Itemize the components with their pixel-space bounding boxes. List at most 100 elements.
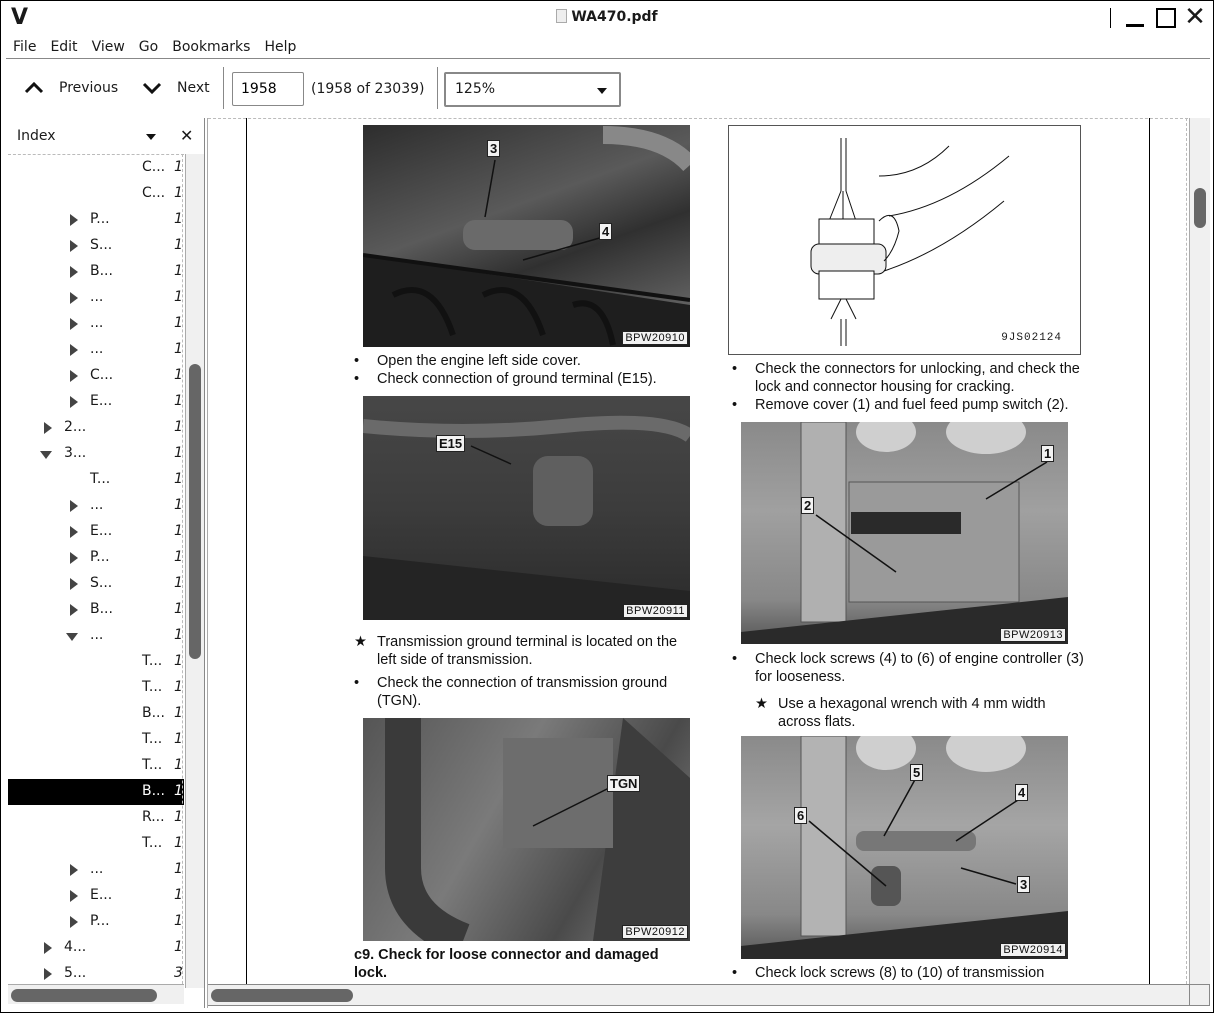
- bullet-item: • Check the connection of transmission g…: [354, 674, 694, 710]
- index-tree-item-label: B...: [90, 601, 113, 617]
- index-tree-item[interactable]: E... 1: [8, 883, 184, 909]
- index-tree-item[interactable]: E... 1: [8, 519, 184, 545]
- index-tree-item-label: ...: [90, 341, 104, 357]
- index-tree-item[interactable]: B... 1: [8, 259, 184, 285]
- sidebar-vertical-scroll-thumb[interactable]: [189, 364, 201, 659]
- document-horizontal-scrollbar[interactable]: [208, 984, 1189, 1006]
- index-tree-item[interactable]: C... 1: [8, 363, 184, 389]
- sidebar-close-button[interactable]: ✕: [180, 126, 193, 145]
- expand-triangle-right-icon[interactable]: [44, 942, 52, 954]
- expand-triangle-right-icon[interactable]: [70, 578, 78, 590]
- index-tree-item[interactable]: 5... 3: [8, 961, 184, 984]
- sidebar-horizontal-scroll-thumb[interactable]: [11, 989, 157, 1002]
- index-tree-item[interactable]: ... 1: [8, 311, 184, 337]
- expand-triangle-right-icon[interactable]: [70, 916, 78, 928]
- index-tree-item[interactable]: 4... 1: [8, 935, 184, 961]
- expand-triangle-right-icon[interactable]: [70, 266, 78, 278]
- bullet-item: • Check lock screws (4) to (6) of engine…: [732, 650, 1092, 686]
- expand-triangle-right-icon[interactable]: [70, 292, 78, 304]
- close-window-button[interactable]: ✕: [1183, 4, 1207, 30]
- bullet-text: Open the engine left side cover.: [377, 353, 581, 369]
- expand-triangle-right-icon[interactable]: [70, 396, 78, 408]
- bullet-text: Check lock screws (8) to (10) of transmi…: [755, 965, 1045, 981]
- index-tree-item[interactable]: P... 1: [8, 909, 184, 935]
- index-tree-item[interactable]: 3... 1: [8, 441, 184, 467]
- index-tree: C... 1 C... 1 P... 1 S... 1 B... 1... 1... 1... 1 C..…: [8, 154, 184, 984]
- expand-triangle-right-icon[interactable]: [44, 968, 52, 980]
- menu-go[interactable]: Go: [132, 37, 165, 58]
- expand-triangle-right-icon[interactable]: [70, 604, 78, 616]
- index-tree-item[interactable]: C... 1: [8, 181, 184, 207]
- menu-file[interactable]: File: [6, 37, 43, 58]
- expand-triangle-down-icon[interactable]: [40, 451, 52, 459]
- index-tree-item[interactable]: B... 1: [8, 597, 184, 623]
- index-tree-item[interactable]: T... 1: [8, 675, 184, 701]
- expand-triangle-right-icon[interactable]: [70, 214, 78, 226]
- index-tree-item[interactable]: T... 1: [8, 831, 184, 857]
- menu-view[interactable]: View: [85, 37, 132, 58]
- next-page-button[interactable]: Next: [141, 77, 210, 99]
- index-tree-item[interactable]: T... 1: [8, 649, 184, 675]
- index-tree-item[interactable]: ... 1: [8, 493, 184, 519]
- index-tree-item-label: T...: [90, 471, 111, 487]
- zoom-select[interactable]: 125%: [444, 72, 621, 107]
- menu-edit[interactable]: Edit: [43, 37, 84, 58]
- index-tree-item[interactable]: B... 1: [8, 779, 184, 805]
- document-horizontal-scroll-thumb[interactable]: [211, 989, 353, 1002]
- index-tree-item[interactable]: T... 1: [8, 467, 184, 493]
- menu-bookmarks[interactable]: Bookmarks: [165, 37, 257, 58]
- photo-callout: 2: [801, 497, 815, 514]
- page-count: (1958 of 23039): [311, 81, 425, 97]
- index-tree-item[interactable]: T... 1: [8, 727, 184, 753]
- index-tree-item[interactable]: ... 1: [8, 623, 184, 649]
- index-tree-item-label: E...: [90, 393, 113, 409]
- maximize-button[interactable]: [1153, 6, 1177, 30]
- expand-triangle-right-icon[interactable]: [70, 526, 78, 538]
- index-tree-item[interactable]: B... 1: [8, 701, 184, 727]
- expand-triangle-right-icon[interactable]: [70, 500, 78, 512]
- sidebar-horizontal-scrollbar[interactable]: [8, 984, 184, 1004]
- menu-help[interactable]: Help: [257, 37, 303, 58]
- document-vertical-scrollbar[interactable]: [1189, 118, 1210, 984]
- expand-triangle-right-icon[interactable]: [70, 370, 78, 382]
- index-tree-item[interactable]: P... 1: [8, 207, 184, 233]
- title-bar: V WA470.pdf ✕: [1, 1, 1213, 35]
- index-tree-item-label: S...: [90, 575, 113, 591]
- expand-triangle-right-icon[interactable]: [70, 318, 78, 330]
- index-tree-item[interactable]: R... 1: [8, 805, 184, 831]
- index-tree-item[interactable]: 2... 1: [8, 415, 184, 441]
- document-icon: [556, 9, 568, 23]
- window-controls-separator: [1110, 8, 1111, 28]
- index-tree-item-label: S...: [90, 237, 113, 253]
- expand-triangle-right-icon[interactable]: [70, 552, 78, 564]
- minimize-button[interactable]: [1123, 6, 1147, 30]
- index-tree-item-label: 5...: [64, 965, 87, 981]
- expand-triangle-right-icon[interactable]: [70, 890, 78, 902]
- expand-triangle-right-icon[interactable]: [70, 344, 78, 356]
- expand-triangle-right-icon[interactable]: [44, 422, 52, 434]
- index-tree-item[interactable]: P... 1: [8, 545, 184, 571]
- document-vertical-scroll-thumb[interactable]: [1194, 188, 1206, 228]
- bullet-marker: •: [732, 361, 738, 377]
- index-tree-item[interactable]: C... 1: [8, 155, 184, 181]
- index-tree-item[interactable]: ... 1: [8, 857, 184, 883]
- figure-tag: BPW20914: [1000, 943, 1066, 957]
- index-tree-item[interactable]: ... 1: [8, 285, 184, 311]
- index-tree-item[interactable]: E... 1: [8, 389, 184, 415]
- expand-triangle-right-icon[interactable]: [70, 240, 78, 252]
- photo-callout: 6: [794, 807, 808, 824]
- index-tree-item-label: P...: [90, 211, 110, 227]
- index-tree-item[interactable]: S... 1: [8, 233, 184, 259]
- index-tree-item[interactable]: S... 1: [8, 571, 184, 597]
- sidebar-title: Index: [17, 128, 56, 144]
- sidebar-mode-dropdown-icon[interactable]: [146, 134, 156, 140]
- page-number-input[interactable]: [232, 72, 304, 106]
- page-right-edge: [1149, 118, 1150, 984]
- sidebar-vertical-scrollbar[interactable]: [185, 154, 204, 988]
- expand-triangle-right-icon[interactable]: [70, 864, 78, 876]
- previous-page-button[interactable]: Previous: [23, 77, 118, 99]
- expand-triangle-down-icon[interactable]: [66, 633, 78, 641]
- photo-callout: 3: [487, 140, 501, 157]
- index-tree-item[interactable]: T... 1: [8, 753, 184, 779]
- index-tree-item[interactable]: ... 1: [8, 337, 184, 363]
